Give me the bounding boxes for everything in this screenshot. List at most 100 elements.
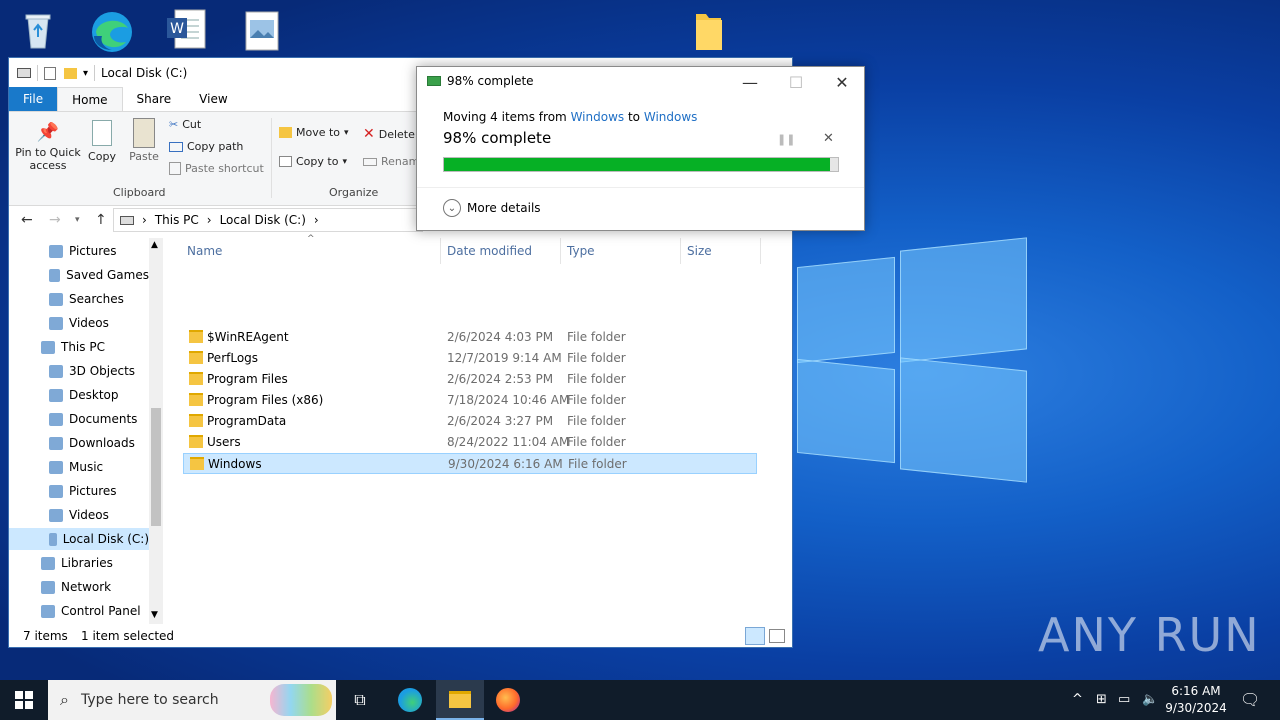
nav-item[interactable]: Music bbox=[9, 456, 149, 478]
file-type: File folder bbox=[567, 393, 626, 407]
file-explorer-taskbar-button[interactable] bbox=[436, 680, 484, 720]
windows-logo-pane bbox=[900, 237, 1027, 363]
edge-icon[interactable] bbox=[88, 6, 136, 54]
copy-button[interactable]: Copy bbox=[87, 120, 117, 163]
file-row[interactable]: Windows 9/30/2024 6:16 AM File folder bbox=[183, 453, 757, 474]
recycle-bin-icon[interactable] bbox=[14, 6, 62, 54]
clipboard-group-label: Clipboard bbox=[113, 186, 166, 199]
nav-item[interactable]: Network bbox=[9, 576, 149, 598]
file-row[interactable]: ProgramData 2/6/2024 3:27 PM File folder bbox=[183, 411, 757, 432]
volume-icon[interactable]: 🔈 bbox=[1142, 692, 1158, 707]
column-separator[interactable] bbox=[560, 238, 561, 264]
paste-button[interactable]: Paste bbox=[127, 118, 161, 163]
nav-item[interactable]: This PC bbox=[9, 336, 149, 358]
nav-item[interactable]: Pictures bbox=[9, 240, 149, 262]
file-row[interactable]: Program Files (x86) 7/18/2024 10:46 AM Fil… bbox=[183, 390, 757, 411]
breadcrumb-this-pc[interactable]: This PC bbox=[155, 213, 199, 227]
column-separator[interactable] bbox=[440, 238, 441, 264]
column-date-header[interactable]: Date modified bbox=[447, 244, 532, 258]
image-file-icon[interactable] bbox=[238, 6, 286, 54]
cancel-icon[interactable]: ✕ bbox=[823, 131, 834, 146]
start-button[interactable] bbox=[0, 680, 48, 720]
word-document-icon[interactable]: W bbox=[163, 6, 211, 54]
up-arrow-icon[interactable]: ↑ bbox=[95, 212, 107, 228]
copy-to-button[interactable]: Copy to ▾ bbox=[279, 155, 347, 168]
nav-item-label: Documents bbox=[69, 412, 138, 426]
nav-item[interactable]: Libraries bbox=[9, 552, 149, 574]
more-details-button[interactable]: ⌄ More details bbox=[443, 199, 541, 217]
nav-item[interactable]: Searches bbox=[9, 288, 149, 310]
copy-path-button[interactable]: Copy path bbox=[169, 140, 243, 153]
rename-button[interactable]: Renam bbox=[363, 155, 419, 168]
clipboard-icon bbox=[133, 118, 155, 148]
file-date: 7/18/2024 10:46 AM bbox=[447, 393, 570, 407]
delete-button[interactable]: ✕ Delete bbox=[363, 126, 415, 142]
details-view-icon[interactable] bbox=[745, 627, 765, 645]
windows-start-icon bbox=[15, 691, 33, 709]
chevron-up-icon[interactable]: ^ bbox=[1072, 692, 1083, 707]
nav-item[interactable]: Videos bbox=[9, 504, 149, 526]
nav-scrollbar[interactable]: ▲ ▼ bbox=[149, 238, 163, 624]
tab-home[interactable]: Home bbox=[57, 87, 123, 111]
nav-item[interactable]: 3D Objects bbox=[9, 360, 149, 382]
saved-games-icon bbox=[49, 268, 61, 282]
clock[interactable]: 6:16 AM 9/30/2024 bbox=[1160, 683, 1232, 717]
pin-icon: 📌 bbox=[36, 122, 60, 143]
column-separator[interactable] bbox=[680, 238, 681, 264]
move-to-button[interactable]: Move to ▾ bbox=[279, 126, 349, 139]
file-row[interactable]: Users 8/24/2022 11:04 AM File folder bbox=[183, 432, 757, 453]
source-link[interactable]: Windows bbox=[571, 110, 625, 124]
file-row[interactable]: $WinREAgent 2/6/2024 4:03 PM File folder bbox=[183, 327, 757, 348]
tab-view[interactable]: View bbox=[185, 87, 241, 111]
folder-icon[interactable] bbox=[686, 6, 734, 54]
breadcrumb-local-disk[interactable]: Local Disk (C:) bbox=[220, 213, 306, 227]
tab-share[interactable]: Share bbox=[123, 87, 186, 111]
paste-shortcut-button[interactable]: Paste shortcut bbox=[169, 162, 264, 175]
edge-taskbar-button[interactable] bbox=[386, 680, 434, 720]
address-bar[interactable]: › This PC › Local Disk (C:) › bbox=[113, 208, 423, 232]
nav-item[interactable]: Local Disk (C:) bbox=[9, 528, 149, 550]
column-name-header[interactable]: Name bbox=[187, 244, 222, 258]
pause-icon[interactable]: ❚❚ bbox=[777, 133, 795, 146]
nav-item[interactable]: Control Panel bbox=[9, 600, 149, 622]
pictures-icon bbox=[49, 244, 63, 258]
column-size-header[interactable]: Size bbox=[687, 244, 712, 258]
firefox-taskbar-button[interactable] bbox=[484, 680, 532, 720]
close-button[interactable]: ✕ bbox=[819, 67, 865, 97]
maximize-button[interactable]: ☐ bbox=[773, 67, 819, 97]
search-icon bbox=[49, 292, 63, 306]
minimize-button[interactable]: — bbox=[727, 67, 773, 97]
destination-link[interactable]: Windows bbox=[644, 110, 698, 124]
column-type-header[interactable]: Type bbox=[567, 244, 595, 258]
scroll-down-icon[interactable]: ▼ bbox=[151, 610, 158, 620]
task-view-button[interactable]: ⧉ bbox=[336, 680, 384, 720]
nav-item-label: Pictures bbox=[69, 244, 117, 258]
large-icons-view-icon[interactable] bbox=[769, 629, 785, 643]
nav-item[interactable]: Saved Games bbox=[9, 264, 149, 286]
scroll-up-icon[interactable]: ▲ bbox=[151, 240, 158, 250]
scrollbar-thumb[interactable] bbox=[151, 408, 161, 526]
file-row[interactable]: PerfLogs 12/7/2019 9:14 AM File folder bbox=[183, 348, 757, 369]
column-separator[interactable] bbox=[760, 238, 761, 264]
network-status-icon[interactable]: ⊞ bbox=[1096, 692, 1107, 707]
chevron-down-icon[interactable]: ▾ bbox=[83, 68, 88, 79]
forward-arrow-icon[interactable]: → bbox=[49, 212, 61, 228]
nav-item[interactable]: Videos bbox=[9, 312, 149, 334]
file-move-icon bbox=[427, 76, 441, 86]
drive-icon bbox=[17, 68, 31, 78]
tab-file[interactable]: File bbox=[9, 87, 58, 111]
nav-item[interactable]: Documents bbox=[9, 408, 149, 430]
back-arrow-icon[interactable]: ← bbox=[21, 212, 33, 228]
properties-icon[interactable] bbox=[44, 66, 56, 80]
cut-button[interactable]: ✂ Cut bbox=[169, 118, 201, 131]
nav-item[interactable]: Pictures bbox=[9, 480, 149, 502]
pin-to-quick-access-button[interactable]: 📌 Pin to Quick access bbox=[13, 122, 83, 172]
ethernet-icon[interactable]: ▭ bbox=[1118, 692, 1130, 707]
nav-item[interactable]: Desktop bbox=[9, 384, 149, 406]
chevron-down-icon[interactable]: ▾ bbox=[75, 215, 80, 225]
taskbar-search-box[interactable]: ⌕ Type here to search bbox=[48, 680, 336, 720]
file-row[interactable]: Program Files 2/6/2024 2:53 PM File folder bbox=[183, 369, 757, 390]
new-folder-icon[interactable] bbox=[64, 67, 77, 79]
nav-item[interactable]: Downloads bbox=[9, 432, 149, 454]
notification-icon[interactable]: 🗨 bbox=[1240, 690, 1260, 709]
